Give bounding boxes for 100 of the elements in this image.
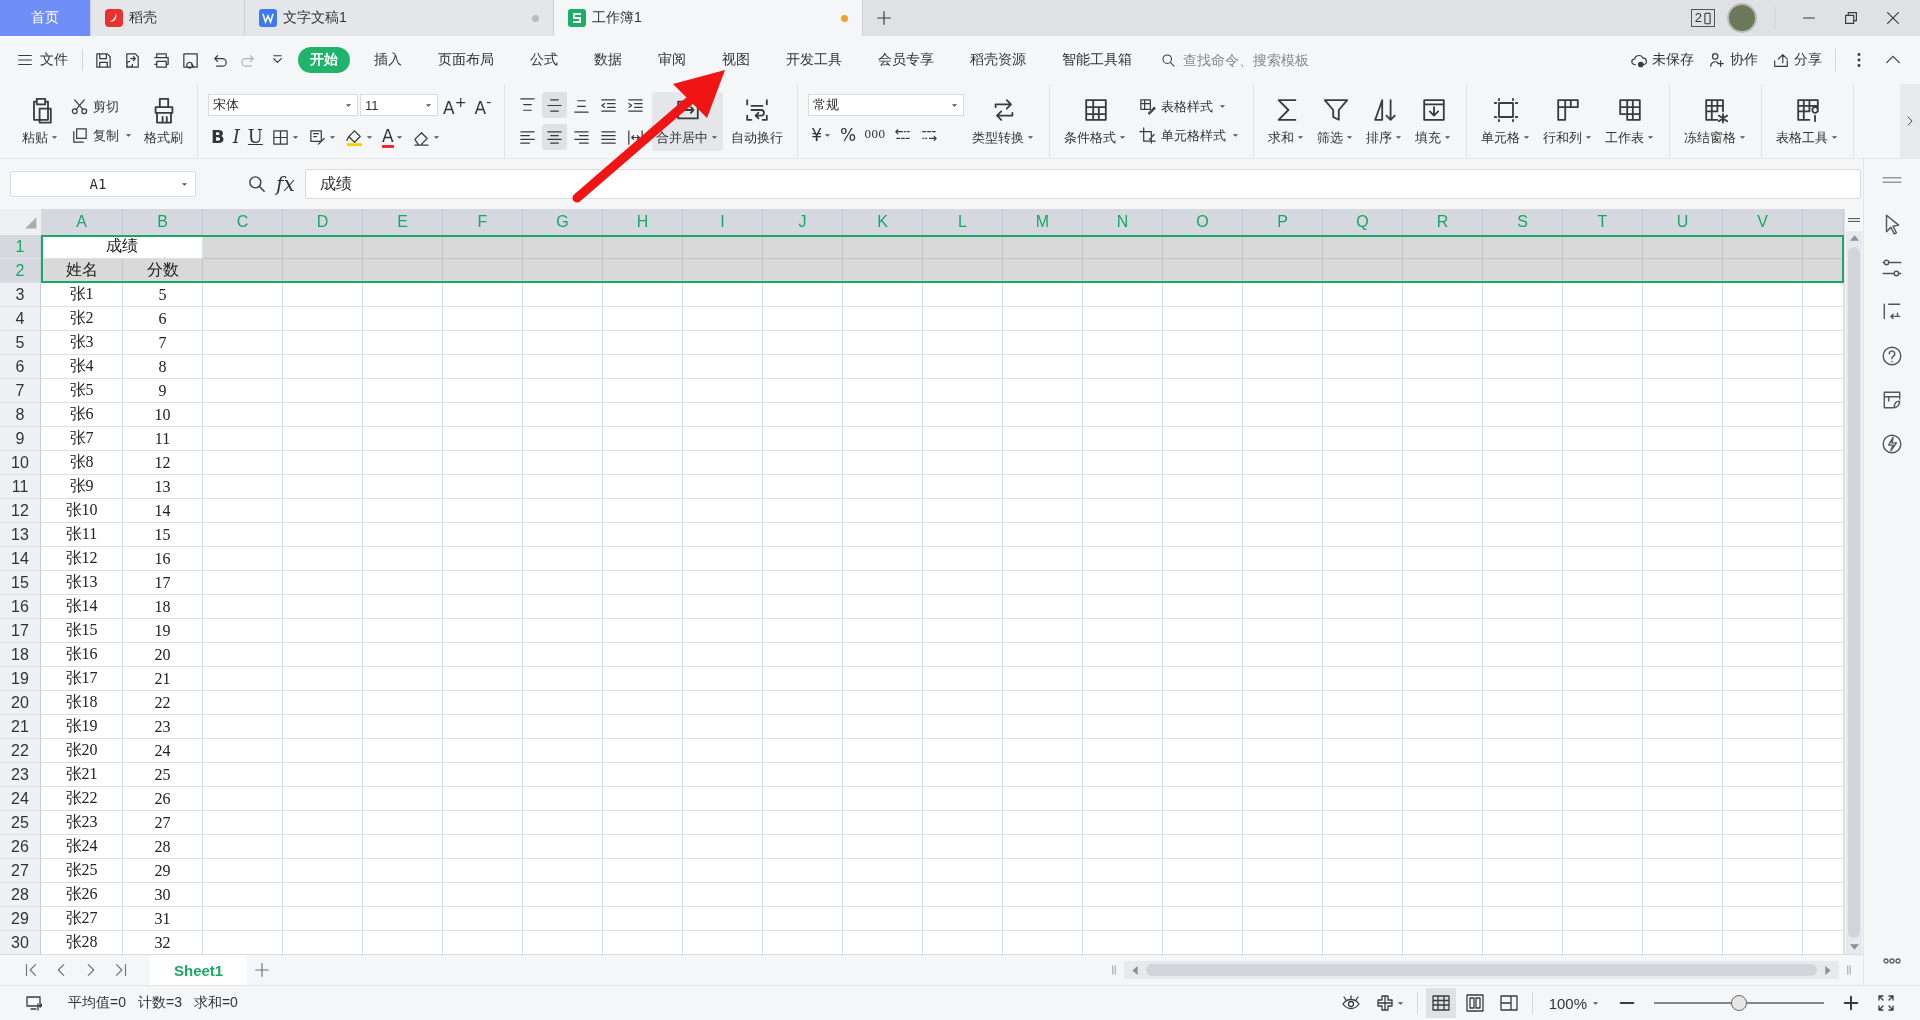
row-header[interactable]: 15 <box>0 571 41 595</box>
format-button[interactable]: A$^{+}$ <box>440 92 470 118</box>
row-header[interactable]: 19 <box>0 667 41 691</box>
scroll-up-icon[interactable] <box>1849 235 1859 241</box>
row-header[interactable]: 7 <box>0 379 41 403</box>
row-header[interactable]: 10 <box>0 451 41 475</box>
ribbon-button[interactable]: 粘贴 <box>18 91 63 151</box>
row-header[interactable]: 20 <box>0 691 41 715</box>
ribbon-button[interactable]: 单元格 <box>1477 91 1536 151</box>
ribbon-button[interactable]: 格式刷 <box>140 91 187 151</box>
ribbon-tab[interactable]: 审阅 <box>646 47 698 73</box>
row-header[interactable]: 22 <box>0 739 41 763</box>
name-box[interactable]: A1 <box>10 171 196 197</box>
search-field[interactable]: 查找命令、搜索模板 <box>1160 51 1365 69</box>
ribbon-button[interactable]: 单元格样式 <box>1135 124 1244 147</box>
ribbon-button[interactable]: 排序 <box>1362 91 1408 151</box>
ribbon-button[interactable]: 工作表 <box>1601 91 1660 151</box>
format-button[interactable]: ¥ <box>808 122 836 148</box>
ribbon-tab[interactable]: 会员专享 <box>866 47 946 73</box>
row-header[interactable]: 25 <box>0 811 41 835</box>
ribbon-tab[interactable]: 稻壳资源 <box>958 47 1038 73</box>
ribbon-button[interactable]: 冻结窗格 <box>1680 91 1752 151</box>
slider-thumb[interactable] <box>1731 995 1747 1011</box>
ribbon-button[interactable]: 表格工具 <box>1772 91 1844 151</box>
cell-focus-button[interactable] <box>1374 993 1405 1013</box>
row-header[interactable]: 21 <box>0 715 41 739</box>
zoom-level-button[interactable]: 100% <box>1548 994 1600 1012</box>
scroll-right-icon[interactable] <box>1825 965 1831 975</box>
ribbon-tab[interactable]: 开发工具 <box>774 47 854 73</box>
tool-button[interactable] <box>542 92 568 118</box>
add-icon[interactable] <box>875 9 893 27</box>
save-icon[interactable] <box>94 50 113 70</box>
row-header[interactable]: 5 <box>0 331 41 355</box>
dropdown-field[interactable]: 11 <box>360 94 438 116</box>
avatar[interactable] <box>1727 3 1757 33</box>
row-header[interactable]: 8 <box>0 403 41 427</box>
row-header[interactable]: 16 <box>0 595 41 619</box>
save-status[interactable]: 未保存 <box>1630 51 1694 69</box>
dropdown-field[interactable]: 宋体 <box>208 94 358 116</box>
format-button[interactable]: B <box>208 124 228 150</box>
row-header[interactable]: 18 <box>0 643 41 667</box>
share-button[interactable]: 分享 <box>1772 51 1822 69</box>
scroll-left-icon[interactable] <box>1132 965 1138 975</box>
row-header[interactable]: 12 <box>0 499 41 523</box>
format-button[interactable]: 000 <box>861 122 889 148</box>
close-icon[interactable] <box>1884 9 1902 27</box>
row-header[interactable]: 6 <box>0 355 41 379</box>
function-button[interactable]: fx <box>276 172 295 196</box>
horizontal-scrollbar[interactable] <box>1124 961 1839 979</box>
format-button[interactable]: % <box>837 122 860 148</box>
document-tab[interactable]: 文字文稿1 <box>245 0 554 36</box>
dropdown-field[interactable]: 常规 <box>808 94 965 116</box>
ribbon-button[interactable]: 填充 <box>1411 91 1457 151</box>
fullscreen-icon[interactable] <box>1876 993 1896 1013</box>
restore-icon[interactable] <box>1842 9 1860 27</box>
format-button[interactable]: A <box>379 124 407 150</box>
vertical-scrollbar[interactable] <box>1846 231 1862 954</box>
ribbon-button[interactable]: 自动换行 <box>727 91 788 151</box>
ribbon-tab[interactable]: 页面布局 <box>426 47 506 73</box>
ribbon-button[interactable]: 表格样式 <box>1135 95 1231 118</box>
export-icon[interactable] <box>123 50 142 70</box>
row-header[interactable]: 4 <box>0 307 41 331</box>
formula-field[interactable]: 成绩 <box>304 169 1861 199</box>
row-header[interactable]: 23 <box>0 763 41 787</box>
sliders-icon[interactable] <box>1881 257 1903 279</box>
ribbon-button[interactable]: 剪切 <box>67 95 122 118</box>
row-header[interactable]: 3 <box>0 283 41 307</box>
ribbon-button[interactable]: 求和 <box>1264 91 1310 151</box>
ribbon-button[interactable]: 类型转换 <box>968 91 1040 151</box>
collaborate-button[interactable]: 协作 <box>1708 51 1758 69</box>
ribbon-tab[interactable]: 视图 <box>710 47 762 73</box>
search-icon[interactable] <box>246 173 268 195</box>
row-header[interactable]: 13 <box>0 523 41 547</box>
zoom-in-icon[interactable] <box>1842 994 1860 1012</box>
ribbon-button[interactable]: 复制 <box>67 124 136 147</box>
ribbon-tab[interactable]: 智能工具箱 <box>1050 47 1144 73</box>
help-icon[interactable] <box>1881 345 1903 367</box>
row-header[interactable]: 28 <box>0 883 41 907</box>
row-header[interactable]: 17 <box>0 619 41 643</box>
file-menu[interactable]: 文件 <box>16 51 76 69</box>
scroll-down-icon[interactable] <box>1849 944 1859 950</box>
row-header[interactable]: 30 <box>0 931 41 954</box>
ribbon-tab[interactable]: 公式 <box>518 47 570 73</box>
row-header[interactable]: 27 <box>0 859 41 883</box>
row-header[interactable]: 29 <box>0 907 41 931</box>
format-button[interactable]: I <box>229 124 243 150</box>
document-tab[interactable]: 工作簿1 <box>554 0 863 36</box>
row-header[interactable]: 24 <box>0 787 41 811</box>
print-icon[interactable] <box>152 50 171 70</box>
lightning-icon[interactable] <box>1881 433 1903 455</box>
row-header[interactable]: 14 <box>0 547 41 571</box>
row-header[interactable]: 11 <box>0 475 41 499</box>
ribbon-tab[interactable]: 数据 <box>582 47 634 73</box>
format-button[interactable]: A$^{-}$ <box>471 92 495 118</box>
row-header[interactable]: 26 <box>0 835 41 859</box>
ribbon-button[interactable]: 条件格式 <box>1060 91 1132 151</box>
ribbon-tab[interactable]: 插入 <box>362 47 414 73</box>
ribbon-button[interactable]: 筛选 <box>1313 91 1359 151</box>
document-tab[interactable]: 稻壳 <box>91 0 245 36</box>
normal-view-icon[interactable] <box>1425 988 1456 1018</box>
